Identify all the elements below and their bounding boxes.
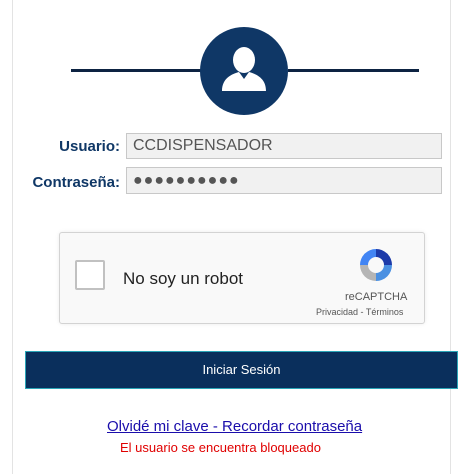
frame-right-border xyxy=(450,0,451,474)
error-message: El usuario se encuentra bloqueado xyxy=(120,440,321,455)
user-silhouette-icon xyxy=(222,47,266,91)
recaptcha-checkbox[interactable] xyxy=(75,260,105,290)
username-field[interactable] xyxy=(126,133,442,159)
avatar xyxy=(200,27,288,115)
recaptcha-links: Privacidad - Términos xyxy=(316,307,403,317)
recaptcha-logo-icon xyxy=(360,249,392,281)
recaptcha-widget: No soy un robot reCAPTCHA Privacidad - T… xyxy=(59,232,425,324)
links-separator: - xyxy=(358,307,366,317)
password-field[interactable] xyxy=(126,167,442,194)
forgot-password-link[interactable]: Olvidé mi clave - Recordar contraseña xyxy=(107,418,362,435)
password-label: Contraseña: xyxy=(32,174,120,191)
recaptcha-label: No soy un robot xyxy=(123,269,244,288)
terms-link[interactable]: Términos xyxy=(366,307,404,317)
divider-left xyxy=(71,69,201,72)
divider-right xyxy=(288,69,419,72)
username-label: Usuario: xyxy=(59,138,120,155)
frame-left-border xyxy=(12,0,13,474)
privacy-link[interactable]: Privacidad xyxy=(316,307,358,317)
recaptcha-brand: reCAPTCHA xyxy=(345,291,408,303)
login-button[interactable]: Iniciar Sesión xyxy=(25,351,458,389)
